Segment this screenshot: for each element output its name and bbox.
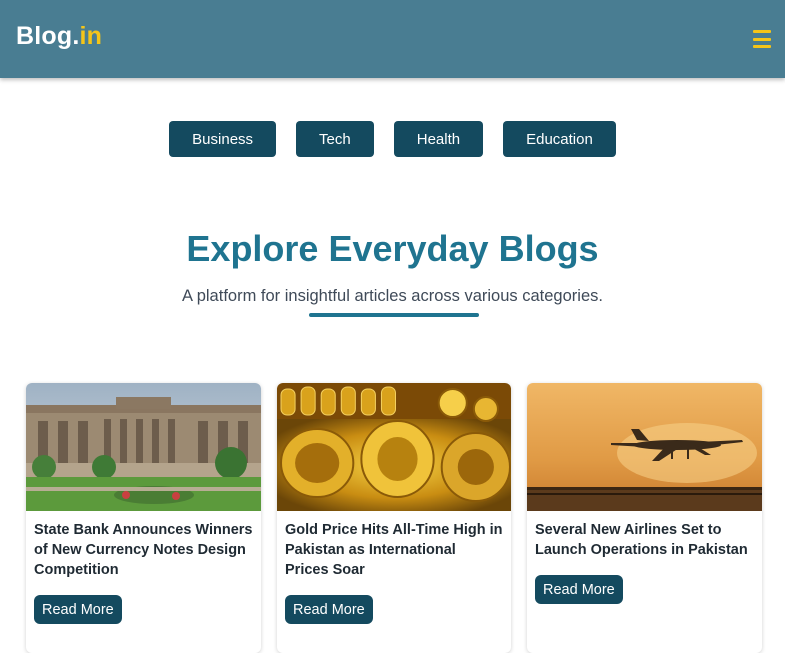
logo-text: Blog. bbox=[16, 22, 80, 50]
category-business-button[interactable]: Business bbox=[169, 121, 277, 157]
site-logo[interactable]: Blog.in bbox=[16, 22, 102, 51]
category-health-button[interactable]: Health bbox=[393, 121, 484, 157]
blog-card-title[interactable]: Several New Airlines Set to Launch Opera… bbox=[527, 511, 762, 560]
category-education-button[interactable]: Education bbox=[503, 121, 616, 157]
category-tech-button[interactable]: Tech bbox=[296, 121, 374, 157]
gold-jewellery-image[interactable] bbox=[277, 383, 511, 511]
read-more-button[interactable]: Read More bbox=[285, 595, 373, 624]
blog-card: Gold Price Hits All-Time High in Pakista… bbox=[277, 383, 511, 653]
blog-card-title[interactable]: Gold Price Hits All-Time High in Pakista… bbox=[277, 511, 511, 580]
read-more-button[interactable]: Read More bbox=[535, 575, 623, 604]
hamburger-menu-icon[interactable] bbox=[753, 30, 771, 48]
hero-underline bbox=[309, 313, 479, 317]
read-more-button[interactable]: Read More bbox=[34, 595, 122, 624]
airplane-sunset-image[interactable] bbox=[527, 383, 762, 511]
category-nav: Business Tech Health Education bbox=[0, 121, 785, 157]
logo-accent-text: in bbox=[79, 22, 103, 50]
hero-title: Explore Everyday Blogs bbox=[186, 228, 599, 269]
state-bank-building-image[interactable] bbox=[26, 383, 261, 511]
blog-card: State Bank Announces Winners of New Curr… bbox=[26, 383, 261, 653]
blog-card: Several New Airlines Set to Launch Opera… bbox=[527, 383, 762, 653]
hero-subtitle: A platform for insightful articles acros… bbox=[182, 287, 603, 305]
site-header: Blog.in bbox=[0, 0, 785, 78]
blog-card-title[interactable]: State Bank Announces Winners of New Curr… bbox=[26, 511, 261, 580]
